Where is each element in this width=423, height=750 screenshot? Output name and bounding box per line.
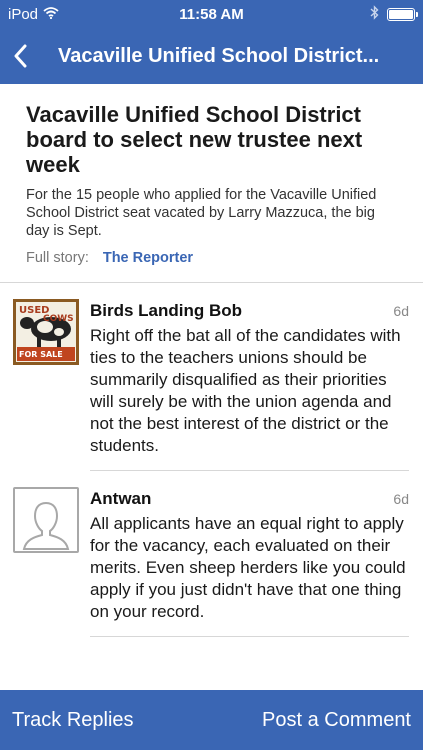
nav-title: Vacaville Unified School District... (58, 44, 380, 67)
battery-icon (387, 7, 418, 21)
comment-body: All applicants have an equal right to ap… (90, 514, 406, 621)
person-silhouette-icon (22, 501, 70, 550)
comments-scroll-view[interactable]: Vacaville Unified School District board … (0, 84, 423, 690)
navigation-bar: Vacaville Unified School District... (0, 28, 423, 84)
status-right (370, 4, 418, 24)
post-comment-button[interactable]: Post a Comment (262, 709, 411, 732)
full-story-row: Full story: The Reporter (26, 250, 397, 266)
full-story-label: Full story: (26, 250, 89, 266)
avatar-sign-text-bottom: FOR SALE (19, 350, 63, 359)
wifi-icon (43, 6, 59, 23)
status-time: 11:58 AM (179, 5, 244, 23)
comment-author[interactable]: Birds Landing Bob (90, 301, 242, 321)
comment-author[interactable]: Antwan (90, 489, 151, 509)
divider (90, 636, 409, 637)
avatar: USED COWS FOR SALE (13, 299, 79, 365)
comment-timestamp: 6d (393, 491, 409, 507)
article-summary: For the 15 people who applied for the Va… (26, 187, 377, 239)
track-replies-button[interactable]: Track Replies (12, 709, 134, 732)
article-header: Vacaville Unified School District board … (0, 84, 423, 283)
avatar-placeholder (13, 487, 79, 553)
comment-header: Antwan 6d (90, 489, 409, 509)
article-title: Vacaville Unified School District board … (26, 102, 363, 177)
status-bar: iPod 11:58 AM (0, 0, 423, 28)
bluetooth-icon (370, 4, 379, 24)
comment-item[interactable]: Antwan 6d All applicants have an equal r… (0, 471, 423, 637)
comment-item[interactable]: USED COWS FOR SALE Birds Landing Bob 6d … (0, 283, 423, 471)
full-story-source-link[interactable]: The Reporter (103, 250, 193, 266)
chevron-left-icon (14, 44, 27, 68)
used-cows-avatar-image: USED COWS FOR SALE (13, 299, 79, 365)
avatar-sign-text-mid: COWS (43, 314, 74, 324)
comment-header: Birds Landing Bob 6d (90, 301, 409, 321)
back-button[interactable] (0, 28, 40, 84)
comment-body: Right off the bat all of the candidates … (90, 326, 401, 455)
bottom-toolbar: Track Replies Post a Comment (0, 690, 423, 750)
carrier-label: iPod (8, 5, 39, 23)
comment-timestamp: 6d (393, 303, 409, 319)
status-left: iPod (8, 6, 59, 23)
